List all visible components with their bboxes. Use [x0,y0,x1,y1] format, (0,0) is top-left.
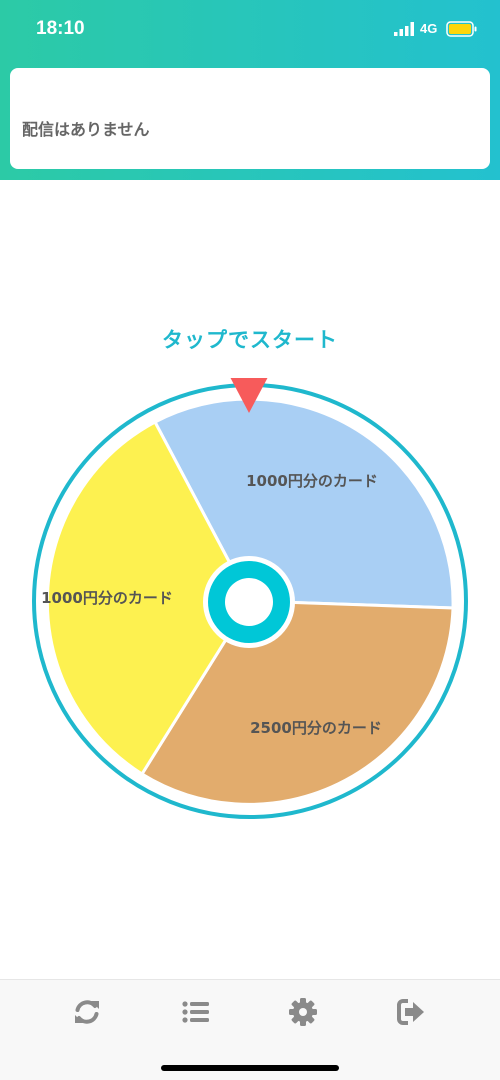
refresh-icon [75,1000,99,1024]
segment-label-3: 1000円分のカード [41,589,173,607]
status-time: 18:10 [36,18,85,39]
settings-button[interactable] [273,992,333,1032]
battery-icon [446,21,477,37]
segment-label-2: 2500円分のカード [250,719,382,737]
notice-card: 配信はありません [10,68,490,169]
notice-text: 配信はありません [22,120,150,139]
segment-label-1: 1000円分のカード [246,472,378,490]
logout-icon [397,999,424,1025]
gear-icon [289,998,317,1026]
home-indicator [161,1065,339,1071]
status-bar: 18:10 4G [0,0,500,60]
logout-button[interactable] [381,992,441,1032]
refresh-button[interactable] [57,992,117,1032]
roulette-wheel[interactable]: 1000円分のカード 2500円分のカード 1000円分のカード [30,378,470,823]
network-label: 4G [420,21,438,36]
wheel-hub-center [225,578,273,626]
list-button[interactable] [166,992,226,1032]
signal-bars-icon [394,22,414,36]
header: 18:10 4G 配信はありません [0,0,500,180]
tap-to-start-label[interactable]: タップでスタート [0,324,500,354]
list-icon [182,1001,209,1023]
